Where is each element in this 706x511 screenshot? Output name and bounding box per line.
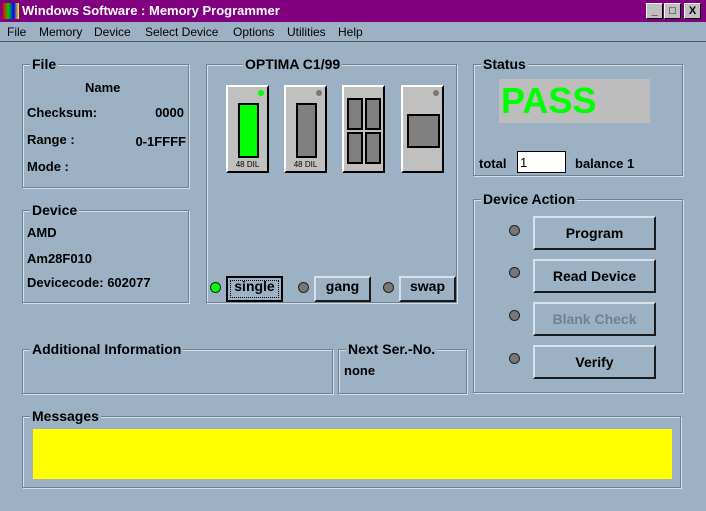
dil-chip-icon	[238, 103, 259, 158]
menu-file[interactable]: File	[7, 25, 26, 39]
optima-group: OPTIMA C1/99 48 DIL 48 DIL single gang s…	[206, 56, 457, 303]
menu-select-device[interactable]: Select Device	[145, 25, 218, 39]
menu-memory[interactable]: Memory	[39, 25, 82, 39]
socket-label: 48 DIL	[293, 160, 318, 169]
verify-led-icon	[509, 353, 520, 364]
device-group: Device AMD Am28F010 Devicecode: 602077	[22, 202, 189, 303]
chip-icon	[347, 98, 363, 130]
socket-card-gang[interactable]	[342, 85, 385, 173]
socket-label: 48 DIL	[235, 160, 260, 169]
gang-button[interactable]: gang	[314, 276, 371, 302]
additional-info-title: Additional Information	[30, 341, 184, 357]
balance-label: balance 1	[575, 156, 635, 171]
chip-icon	[347, 132, 363, 164]
single-led-icon	[210, 282, 221, 293]
status-group: Status PASS total balance 1	[473, 56, 683, 176]
result-display: PASS	[499, 79, 650, 123]
messages-group: Messages	[22, 408, 681, 488]
mode-label: Mode :	[27, 159, 69, 174]
checksum-value: 0000	[155, 105, 184, 120]
window-title: Windows Software : Memory Programmer	[22, 3, 280, 18]
menu-utilities[interactable]: Utilities	[287, 25, 326, 39]
file-group: File Name Checksum: 0000 Range : 0-1FFFF…	[22, 56, 189, 188]
total-input[interactable]	[517, 151, 566, 173]
file-group-title: File	[30, 56, 59, 72]
device-code: Devicecode: 602077	[27, 275, 151, 290]
total-label: total	[479, 156, 507, 171]
messages-area	[33, 429, 672, 479]
socket-card-plcc[interactable]	[401, 85, 444, 173]
gang-led-icon	[298, 282, 309, 293]
read-device-button[interactable]: Read Device	[533, 259, 656, 293]
status-title: Status	[481, 56, 528, 72]
verify-button[interactable]: Verify	[533, 345, 656, 379]
blank-check-button[interactable]: Blank Check	[533, 302, 656, 336]
read-led-icon	[509, 267, 520, 278]
single-button[interactable]: single	[226, 276, 283, 302]
status-star-icon	[258, 90, 264, 96]
menu-help[interactable]: Help	[338, 25, 363, 39]
device-vendor: AMD	[27, 225, 57, 240]
optima-title: OPTIMA C1/99	[243, 56, 343, 72]
status-star-icon	[433, 90, 439, 96]
title-bar: Windows Software : Memory Programmer _ □…	[0, 0, 706, 22]
device-group-title: Device	[30, 202, 80, 218]
messages-title: Messages	[30, 408, 101, 424]
socket-card-2[interactable]: 48 DIL	[284, 85, 327, 173]
chip-icon	[365, 98, 381, 130]
minimize-button[interactable]: _	[646, 3, 663, 19]
program-button[interactable]: Program	[533, 216, 656, 250]
next-serial-title: Next Ser.-No.	[346, 341, 438, 357]
dil-chip-icon	[296, 103, 317, 158]
app-icon	[3, 3, 19, 19]
device-part: Am28F010	[27, 251, 93, 266]
close-button[interactable]: X	[684, 3, 701, 19]
device-action-title: Device Action	[481, 191, 578, 207]
socket-card-1[interactable]: 48 DIL	[226, 85, 269, 173]
range-label: Range :	[27, 132, 75, 147]
swap-led-icon	[383, 282, 394, 293]
plcc-chip-icon	[407, 114, 440, 148]
menu-options[interactable]: Options	[233, 25, 274, 39]
status-star-icon	[316, 90, 322, 96]
chip-icon	[365, 132, 381, 164]
next-serial-value: none	[344, 363, 376, 378]
blank-check-led-icon	[509, 310, 520, 321]
additional-info-group: Additional Information	[22, 341, 333, 394]
device-action-group: Device Action Program Read Device Blank …	[473, 191, 683, 393]
range-value: 0-1FFFF	[135, 134, 186, 149]
swap-button[interactable]: swap	[399, 276, 456, 302]
checksum-label: Checksum:	[27, 105, 98, 120]
menu-device[interactable]: Device	[94, 25, 131, 39]
name-label: Name	[85, 80, 121, 95]
maximize-button[interactable]: □	[664, 3, 681, 19]
menu-bar: File Memory Device Select Device Options…	[0, 22, 706, 42]
next-serial-group: Next Ser.-No. none	[338, 341, 467, 394]
program-led-icon	[509, 225, 520, 236]
